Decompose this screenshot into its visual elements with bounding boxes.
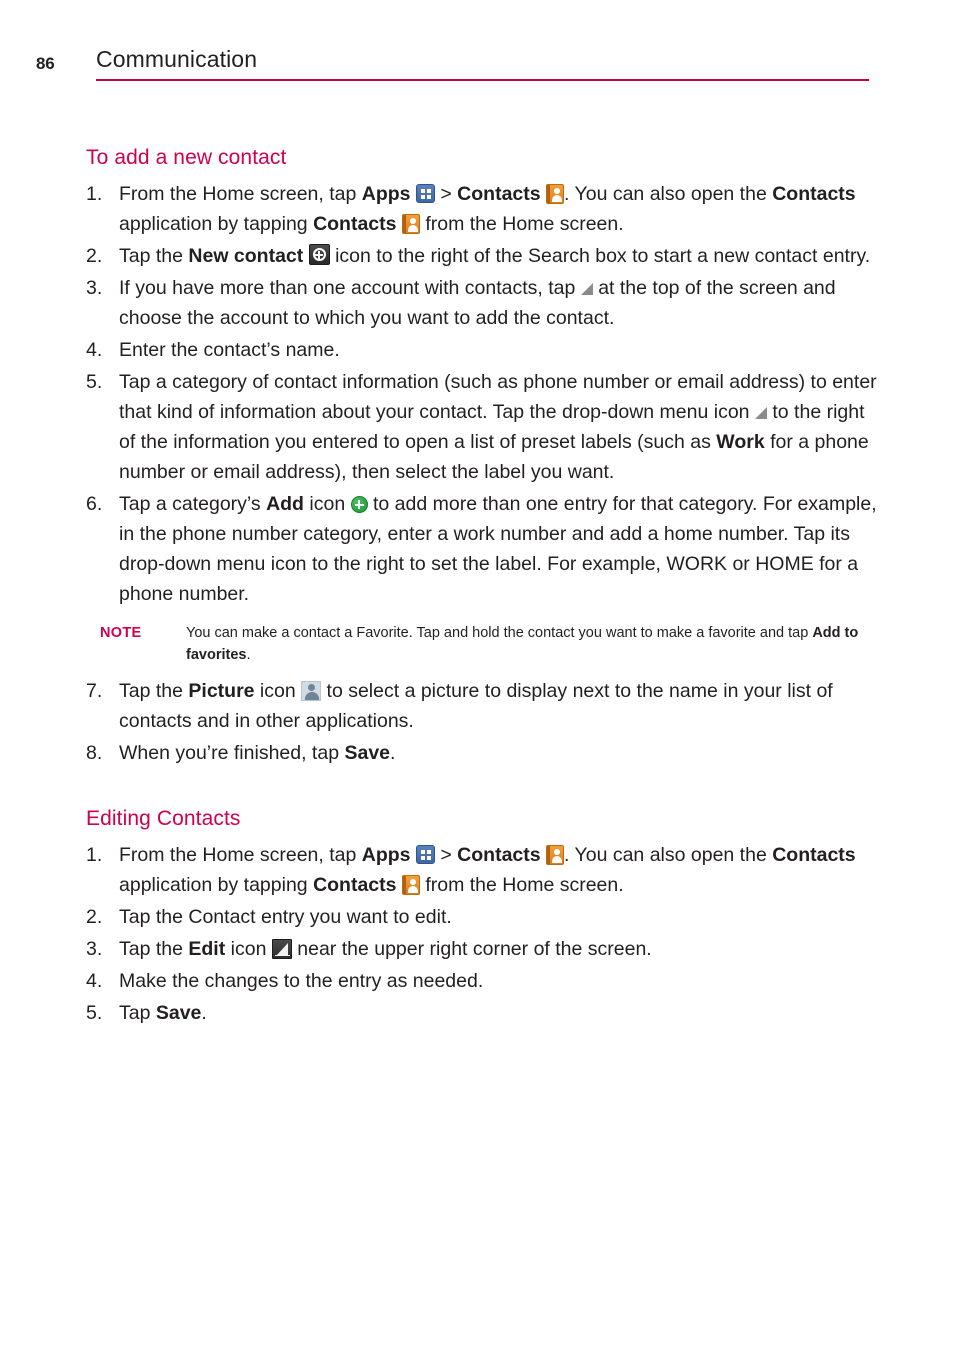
- step-list: 1. From the Home screen, tap Apps > Conta…: [86, 179, 886, 609]
- note-text: You can make a contact a Favorite. Tap a…: [186, 625, 859, 663]
- step-number: 3.: [86, 938, 103, 960]
- emphasized-term: Add: [266, 493, 304, 515]
- note-label: NOTE: [100, 625, 142, 641]
- step-number: 5.: [86, 371, 103, 393]
- emphasized-term: Contacts: [457, 844, 541, 866]
- step-item: 1. From the Home screen, tap Apps > Conta…: [86, 179, 886, 239]
- step-text: Tap the Edit icon near the upper right c…: [119, 938, 652, 960]
- contacts-icon: [546, 184, 565, 204]
- page-title: Communication: [96, 46, 258, 72]
- new-contact-icon: [308, 244, 330, 265]
- emphasized-term: Edit: [188, 938, 226, 960]
- step-number: 1.: [86, 844, 103, 866]
- emphasized-term: Contacts: [313, 874, 397, 896]
- step-text: If you have more than one account with c…: [119, 277, 836, 329]
- step-item: 5. Tap a category of contact information …: [86, 367, 886, 487]
- dropdown-menu-icon: [580, 283, 593, 295]
- emphasized-term: New contact: [188, 245, 304, 267]
- step-number: 7.: [86, 680, 103, 702]
- step-number: 6.: [86, 493, 103, 515]
- step-text: From the Home screen, tap Apps > Contact…: [119, 183, 856, 235]
- step-item: 3. Tap the Edit icon near the upper right…: [86, 934, 886, 964]
- step-item: 1. From the Home screen, tap Apps > Conta…: [86, 840, 886, 900]
- apps-icon: [415, 845, 435, 864]
- step-item: 3. If you have more than one account with…: [86, 273, 886, 333]
- step-item: 6. Tap a category’s Add icon to add more …: [86, 489, 886, 609]
- page-content: To add a new contact 1. From the Home scre…: [86, 146, 886, 1030]
- step-text: Tap Save.: [119, 1002, 207, 1024]
- step-text: Tap a category’s Add icon to add more th…: [119, 493, 877, 605]
- emphasized-term: Work: [716, 431, 765, 453]
- contacts-icon: [401, 875, 420, 895]
- step-text: Tap a category of contact information (s…: [119, 371, 877, 483]
- dropdown-menu-icon: [754, 407, 767, 419]
- step-list: 7. Tap the Picture icon to select a pictu…: [86, 676, 886, 768]
- step-item: 4. Make the changes to the entry as neede…: [86, 966, 886, 996]
- edit-icon: [271, 939, 292, 959]
- contacts-icon: [546, 845, 565, 865]
- step-item: 2. Tap the New contact icon to the right …: [86, 241, 886, 271]
- step-text: Tap the Contact entry you want to edit.: [119, 906, 452, 928]
- header-divider: [96, 79, 869, 81]
- step-number: 2.: [86, 906, 103, 928]
- picture-icon: [301, 681, 322, 701]
- page-header: 86 Communication: [0, 46, 954, 86]
- step-number: 4.: [86, 970, 103, 992]
- step-text: Tap the Picture icon to select a picture…: [119, 680, 833, 732]
- contacts-icon: [401, 214, 420, 234]
- emphasized-term: Add to favorites: [186, 625, 859, 663]
- emphasized-term: Apps: [361, 183, 411, 205]
- add-icon: [350, 496, 368, 513]
- step-text: Tap the New contact icon to the right of…: [119, 244, 871, 267]
- step-text: Enter the contact’s name.: [119, 339, 340, 361]
- page-number: 86: [36, 54, 55, 73]
- manual-page: 86 Communication To add a new contact 1. F…: [0, 0, 954, 1372]
- step-number: 1.: [86, 183, 103, 205]
- emphasized-term: Save: [344, 742, 391, 764]
- step-number: 2.: [86, 245, 103, 267]
- apps-icon: [415, 184, 435, 203]
- emphasized-term: Contacts: [772, 844, 856, 866]
- step-number: 5.: [86, 1002, 103, 1024]
- section-heading: Editing Contacts: [86, 807, 241, 830]
- note-block: NOTE You can make a contact a Favorite. T…: [100, 622, 875, 666]
- step-number: 3.: [86, 277, 103, 299]
- step-item: 4. Enter the contact’s name.: [86, 335, 886, 365]
- step-number: 8.: [86, 742, 103, 764]
- step-text: When you’re finished, tap Save.: [119, 742, 396, 764]
- section-heading: To add a new contact: [86, 146, 287, 169]
- emphasized-term: Contacts: [313, 213, 397, 235]
- step-list: 1. From the Home screen, tap Apps > Conta…: [86, 840, 886, 1028]
- step-text: From the Home screen, tap Apps > Contact…: [119, 844, 856, 896]
- emphasized-term: Contacts: [772, 183, 856, 205]
- step-item: 5. Tap Save.: [86, 998, 886, 1028]
- step-item: 7. Tap the Picture icon to select a pictu…: [86, 676, 886, 736]
- step-item: 2. Tap the Contact entry you want to edit…: [86, 902, 886, 932]
- step-number: 4.: [86, 339, 103, 361]
- step-item: 8. When you’re finished, tap Save.: [86, 738, 886, 768]
- emphasized-term: Apps: [361, 844, 411, 866]
- step-text: Make the changes to the entry as needed.: [119, 970, 484, 992]
- emphasized-term: Save: [155, 1002, 202, 1024]
- emphasized-term: Contacts: [457, 183, 541, 205]
- emphasized-term: Picture: [188, 680, 255, 702]
